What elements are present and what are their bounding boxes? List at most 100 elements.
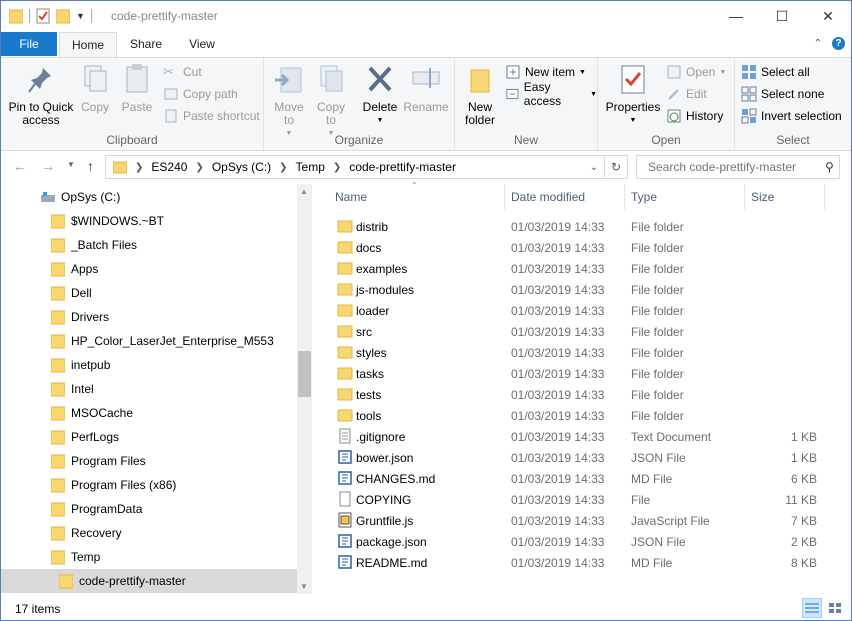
table-row[interactable]: js-modules 01/03/2019 14:33 File folder [327, 279, 827, 300]
chevron-right-icon[interactable]: ❯ [333, 162, 341, 173]
tab-home[interactable]: Home [59, 32, 117, 58]
customize-toolbar-icon[interactable]: ▼ [76, 11, 85, 21]
properties-button[interactable]: Properties ▼ [602, 62, 664, 127]
column-header-type[interactable]: Type [631, 184, 657, 210]
copy-to-button[interactable]: Copy to ▼ [312, 62, 350, 140]
column-divider[interactable] [824, 184, 825, 210]
tab-file[interactable]: File [1, 32, 57, 56]
table-row[interactable]: styles 01/03/2019 14:33 File folder [327, 342, 827, 363]
table-row[interactable]: examples 01/03/2019 14:33 File folder [327, 258, 827, 279]
address-bar[interactable]: ❯ ES240 ❯ OpSys (C:) ❯ Temp ❯ code-prett… [105, 155, 605, 179]
scroll-up-icon[interactable]: ▲ [300, 187, 308, 196]
scrollbar-thumb[interactable] [298, 351, 311, 397]
copy-button[interactable]: Copy [77, 62, 113, 114]
select-all-button[interactable]: Select all [741, 62, 810, 82]
move-to-button[interactable]: Move to ▼ [270, 62, 308, 140]
tree-item[interactable]: Apps [51, 257, 98, 281]
new-folder-button[interactable]: New folder [459, 62, 501, 127]
chevron-right-icon[interactable]: ❯ [195, 162, 203, 173]
tree-item[interactable]: Dell [51, 281, 92, 305]
close-button[interactable]: ✕ [805, 1, 851, 31]
breadcrumb-item[interactable]: ES240 [151, 160, 187, 174]
minimize-ribbon-icon[interactable]: ⌃ [814, 38, 822, 49]
table-row[interactable]: bower.json 01/03/2019 14:33 JSON File 1 KB [327, 447, 827, 468]
rename-button[interactable]: Rename [402, 62, 450, 114]
back-arrow-icon[interactable]: ← [13, 158, 27, 174]
column-divider[interactable] [504, 184, 505, 210]
table-row[interactable]: CHANGES.md 01/03/2019 14:33 MD File 6 KB [327, 468, 827, 489]
paste-shortcut-button[interactable]: Paste shortcut [163, 106, 260, 126]
chevron-right-icon[interactable]: ❯ [135, 162, 143, 173]
cut-button[interactable]: ✂ Cut [163, 62, 202, 82]
up-arrow-icon[interactable]: ↑ [87, 158, 94, 174]
tree-item[interactable]: Intel [51, 377, 94, 401]
tab-share[interactable]: Share [119, 32, 173, 56]
table-row[interactable]: Gruntfile.js 01/03/2019 14:33 JavaScript F… [327, 510, 827, 531]
table-row[interactable]: tests 01/03/2019 14:33 File folder [327, 384, 827, 405]
table-row[interactable]: tasks 01/03/2019 14:33 File folder [327, 363, 827, 384]
tree-item[interactable]: ProgramData [51, 497, 142, 521]
properties-icon[interactable] [36, 8, 50, 24]
breadcrumb-item[interactable]: code-prettify-master [349, 160, 456, 174]
table-row[interactable]: COPYING 01/03/2019 14:33 File 11 KB [327, 489, 827, 510]
search-icon[interactable]: ⚲ [825, 160, 834, 174]
tree-item[interactable]: PerfLogs [51, 425, 119, 449]
tree-item-drive[interactable]: OpSys (C:) [41, 185, 120, 209]
chevron-down-icon[interactable]: ⌄ [590, 162, 598, 173]
new-item-button[interactable]: New item ▼ [505, 62, 586, 82]
tree-item[interactable]: $WINDOWS.~BT [51, 209, 164, 233]
tree-item[interactable]: Recovery [51, 521, 122, 545]
table-row[interactable]: loader 01/03/2019 14:33 File folder [327, 300, 827, 321]
tree-item-selected[interactable]: code-prettify-master [1, 569, 297, 593]
column-header-date[interactable]: Date modified [511, 184, 585, 210]
table-row[interactable]: .gitignore 01/03/2019 14:33 Text Document 1… [327, 426, 827, 447]
file-type: File folder [631, 304, 684, 318]
tree-item[interactable]: _Batch Files [51, 233, 137, 257]
tree-item[interactable]: Temp [51, 545, 100, 569]
table-row[interactable]: README.md 01/03/2019 14:33 MD File 8 KB [327, 552, 827, 573]
scroll-down-icon[interactable]: ▼ [300, 582, 308, 591]
search-input[interactable] [646, 159, 825, 175]
file-name: Gruntfile.js [356, 514, 414, 528]
easy-access-button[interactable]: Easy access ▼ [505, 80, 597, 108]
details-view-button[interactable] [802, 598, 822, 618]
invert-selection-button[interactable]: Invert selection [741, 106, 842, 126]
pin-to-quick-access-button[interactable]: Pin to Quick access [5, 62, 77, 127]
refresh-button[interactable]: ↻ [605, 155, 628, 179]
tree-item[interactable]: Program Files (x86) [51, 473, 176, 497]
forward-arrow-icon[interactable]: → [41, 158, 55, 174]
recent-locations-icon[interactable]: ▼ [67, 160, 75, 169]
table-row[interactable]: tools 01/03/2019 14:33 File folder [327, 405, 827, 426]
table-row[interactable]: distrib 01/03/2019 14:33 File folder [327, 216, 827, 237]
table-row[interactable]: package.json 01/03/2019 14:33 JSON File 2 K… [327, 531, 827, 552]
table-row[interactable]: docs 01/03/2019 14:33 File folder [327, 237, 827, 258]
large-icons-view-button[interactable] [825, 598, 845, 618]
column-divider[interactable] [744, 184, 745, 210]
column-header-size[interactable]: Size [751, 184, 774, 210]
column-divider[interactable] [624, 184, 625, 210]
paste-button[interactable]: Paste [117, 62, 157, 114]
history-button[interactable]: History [666, 106, 723, 126]
help-icon[interactable]: ? [832, 37, 845, 50]
table-row[interactable]: src 01/03/2019 14:33 File folder [327, 321, 827, 342]
tab-view[interactable]: View [175, 32, 229, 56]
tree-item[interactable]: HP_Color_LaserJet_Enterprise_M553 [51, 329, 274, 353]
breadcrumb-item[interactable]: Temp [296, 160, 325, 174]
new-folder-icon[interactable] [56, 8, 70, 24]
column-header-name[interactable]: Name [335, 184, 367, 210]
edit-button[interactable]: Edit [666, 84, 707, 104]
minimize-button[interactable]: — [713, 1, 759, 31]
maximize-button[interactable]: ☐ [759, 1, 805, 31]
open-button[interactable]: Open ▼ [666, 62, 726, 82]
chevron-right-icon[interactable]: ❯ [279, 162, 287, 173]
tree-item[interactable]: MSOCache [51, 401, 133, 425]
select-none-button[interactable]: Select none [741, 84, 824, 104]
file-name: distrib [356, 220, 389, 234]
navigation-scrollbar[interactable]: ▲ ▼ [297, 184, 312, 594]
delete-button[interactable]: Delete ▼ [360, 62, 400, 127]
tree-item[interactable]: Drivers [51, 305, 109, 329]
tree-item[interactable]: inetpub [51, 353, 110, 377]
breadcrumb-item[interactable]: OpSys (C:) [212, 160, 271, 174]
tree-item[interactable]: Program Files [51, 449, 146, 473]
copy-path-button[interactable]: Copy path [163, 84, 238, 104]
